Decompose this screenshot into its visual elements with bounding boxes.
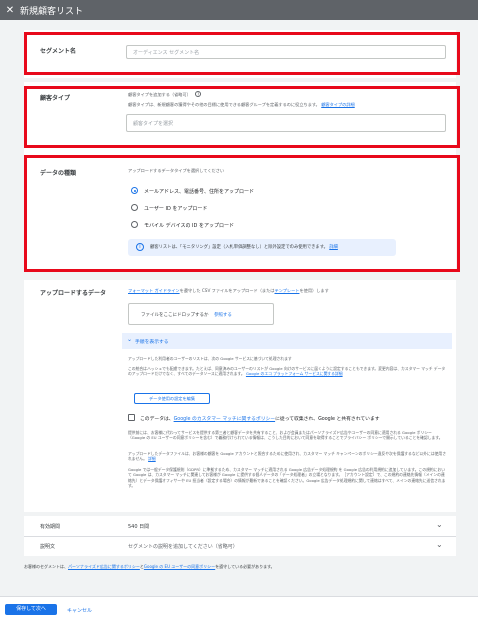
eu-consent-policy-link[interactable]: Google の EU ユーザーの同意ポリシー: [144, 564, 215, 569]
sharing-paragraph: 提供前には、お客様に代わってサービスを提供する第三者と顧客データを共有すること、…: [128, 430, 443, 441]
description-label: 説明文: [40, 544, 56, 550]
edit-data-settings-button[interactable]: データ使用の設定を編集: [134, 393, 210, 404]
data-file-paragraph: アップロードしたデータファイルは、お客様の顧客を Google アカウントと照合…: [128, 451, 447, 462]
format-guidelines-link[interactable]: フォーマット ガイドライン: [128, 288, 180, 293]
description-value: セグメントの説明を追加してください（省略可）: [128, 544, 238, 550]
page-title: 新規顧客リスト: [20, 6, 84, 17]
upload-description: フォーマット ガイドラインを遵守した CSV ファイルをアップロード（またはテン…: [128, 288, 329, 293]
cancel-button[interactable]: キャンセル: [67, 607, 92, 614]
highlight-box-segment: [24, 32, 460, 75]
file-drop-zone[interactable]: ファイルをここにドロップするか 参照する: [128, 303, 274, 325]
data-file-learn-more-link[interactable]: 詳細: [148, 456, 156, 461]
description-chevron-down-icon[interactable]: ⌄: [436, 540, 443, 549]
chevron-down-icon: ⌄: [127, 336, 133, 343]
eco-platform-link[interactable]: Google のエコ プラットフォーム サービスに関する詳細: [246, 371, 343, 376]
consent-checkbox[interactable]: [128, 414, 135, 421]
gdpr-paragraph: Google では一般データ保護規則（GDPR）に準拠するため、カスタマー マッ…: [128, 467, 446, 489]
highlight-box-data-type: [24, 155, 460, 272]
save-and-next-button[interactable]: 保存して次へ: [5, 604, 57, 615]
description-row[interactable]: [24, 537, 456, 556]
personalized-ads-policy-link[interactable]: パーソナライズド広告に関するポリシー: [68, 564, 140, 569]
expiry-chevron-down-icon[interactable]: ⌄: [436, 520, 443, 529]
expiry-label: 有効期間: [40, 524, 61, 530]
highlight-box-customer-type: [24, 86, 460, 148]
steps-toggle-label: 手順を表示する: [135, 340, 169, 345]
file-drop-text: ファイルをここにドロップするか 参照する: [141, 313, 232, 318]
customer-match-policy-link[interactable]: Google のカスタマー マッチに関するポリシー: [174, 417, 276, 422]
steps-toggle[interactable]: ⌄ 手順を表示する: [122, 333, 452, 349]
hash-text: この統合はハッシュでも配慮できます。たとえば、同意済みのユーザーのリストが Go…: [128, 366, 446, 377]
close-icon[interactable]: ✕: [0, 5, 20, 16]
consent-text: このデータは、Google のカスタマー マッチに関するポリシーに従って収集され…: [140, 417, 380, 422]
browse-link[interactable]: 参照する: [214, 313, 232, 318]
template-link[interactable]: テンプレート: [274, 288, 299, 293]
hash-title: アップロードした利用者のユーザーのリストは、次の Google サービスに基づい…: [128, 356, 292, 361]
footer-policy-note: お客様のセグメントは、パーソナライズド広告に関するポリシーとGoogle の E…: [24, 564, 275, 569]
expiry-value: 540 日間: [128, 524, 150, 530]
upload-label: アップロードするデータ: [40, 290, 107, 297]
expiry-row[interactable]: [24, 516, 456, 536]
top-bar: ✕ 新規顧客リスト: [0, 0, 478, 20]
